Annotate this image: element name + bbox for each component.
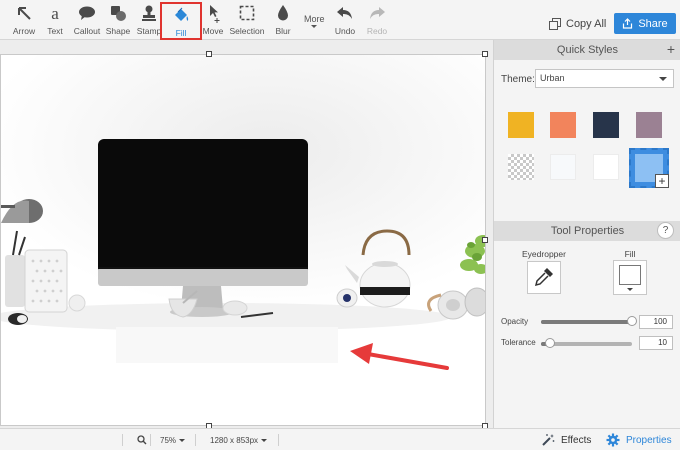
redo-button[interactable]: Redo (360, 2, 394, 38)
canvas-area[interactable] (0, 40, 493, 429)
theme-label: Theme: (501, 74, 535, 85)
status-divider (122, 434, 123, 446)
share-button[interactable]: Share (614, 13, 676, 34)
tolerance-slider-thumb[interactable] (545, 338, 556, 348)
toolbar: Arrow a Text Callout Shape Stamp Fill Mo… (0, 0, 680, 40)
fill-bucket-icon (162, 6, 200, 28)
redo-icon (360, 4, 394, 26)
callout-icon (70, 4, 104, 26)
tool-properties-header: Tool Properties ? (494, 221, 680, 241)
opacity-slider-thumb[interactable] (627, 316, 637, 326)
opacity-value-field[interactable]: 100 (639, 315, 673, 329)
arrow-icon (7, 4, 41, 26)
theme-value: Urban (540, 73, 565, 83)
fill-color-picker[interactable] (613, 260, 647, 295)
eyedropper-label: Eyedropper (522, 249, 566, 259)
style-swatch-transparent[interactable] (508, 154, 534, 180)
chevron-down-icon (261, 438, 268, 442)
image-size-dropdown[interactable]: 1280 x 853px (210, 429, 268, 450)
gear-icon (606, 433, 620, 447)
fill-color-preview (619, 265, 641, 285)
zoom-value: 75% (160, 435, 177, 445)
status-divider (278, 434, 279, 446)
fill-label: Fill (624, 249, 636, 259)
add-style-button[interactable]: + (664, 42, 678, 57)
add-icon: + (655, 174, 669, 188)
move-icon (196, 4, 230, 26)
status-divider (150, 434, 151, 446)
copy-icon (549, 18, 561, 30)
tolerance-slider[interactable] (541, 338, 632, 348)
search-icon (137, 435, 147, 445)
quick-styles-header: Quick Styles + (494, 40, 680, 60)
shape-icon (101, 4, 135, 26)
style-swatch-7[interactable] (593, 154, 619, 180)
effects-label: Effects (561, 434, 592, 446)
properties-panel: Quick Styles + Theme: Urban + Tool Prope… (493, 40, 680, 428)
chevron-down-icon (179, 438, 186, 442)
redo-label: Redo (366, 26, 388, 36)
quick-styles-title: Quick Styles (556, 44, 619, 56)
properties-button[interactable]: Properties (606, 429, 672, 450)
svg-text:a: a (51, 4, 59, 22)
style-swatch-1[interactable] (508, 112, 534, 138)
share-label: Share (638, 17, 668, 30)
blur-tool-label: Blur (275, 26, 291, 36)
eyedropper-button[interactable] (527, 261, 561, 294)
resize-handle-top-right[interactable] (482, 51, 488, 57)
image-size-value: 1280 x 853px (210, 435, 259, 445)
status-divider (195, 434, 196, 446)
style-swatch-selected[interactable]: + (629, 148, 669, 188)
opacity-slider-fill (541, 320, 632, 324)
chevron-down-icon (311, 25, 317, 28)
resize-handle-right[interactable] (482, 237, 488, 243)
eyedropper-icon (534, 268, 553, 287)
style-swatch-4[interactable] (636, 112, 662, 138)
selection-icon (230, 4, 264, 26)
blur-icon (266, 4, 300, 26)
resize-handle-top[interactable] (206, 51, 212, 57)
zoom-search-button[interactable] (137, 429, 147, 450)
share-icon (623, 18, 633, 29)
blur-tool-button[interactable]: Blur (266, 2, 300, 38)
copy-all-button[interactable]: Copy All (549, 16, 606, 32)
chevron-down-icon (659, 77, 667, 81)
style-swatch-3[interactable] (593, 112, 619, 138)
magic-wand-icon (542, 434, 555, 446)
zoom-dropdown[interactable]: 75% (160, 429, 186, 450)
tool-properties-title: Tool Properties (550, 225, 625, 237)
undo-icon (328, 4, 362, 26)
opacity-slider[interactable] (541, 316, 637, 326)
theme-dropdown[interactable]: Urban (535, 69, 674, 88)
opacity-label: Opacity (501, 317, 529, 326)
style-swatch-6[interactable] (550, 154, 576, 180)
copy-all-label: Copy All (566, 18, 607, 30)
chevron-down-icon (627, 288, 633, 291)
effects-button[interactable]: Effects (541, 429, 591, 450)
properties-label: Properties (626, 434, 672, 446)
status-bar: 75% 1280 x 853px Effects Properties (0, 428, 680, 450)
tolerance-label: Tolerance (501, 338, 536, 347)
style-swatch-2[interactable] (550, 112, 576, 138)
tolerance-value-field[interactable]: 10 (639, 336, 673, 350)
help-button[interactable]: ? (657, 222, 674, 239)
more-tools-menu[interactable]: More (304, 14, 325, 24)
canvas-image[interactable] (0, 54, 486, 426)
text-icon: a (38, 4, 72, 26)
